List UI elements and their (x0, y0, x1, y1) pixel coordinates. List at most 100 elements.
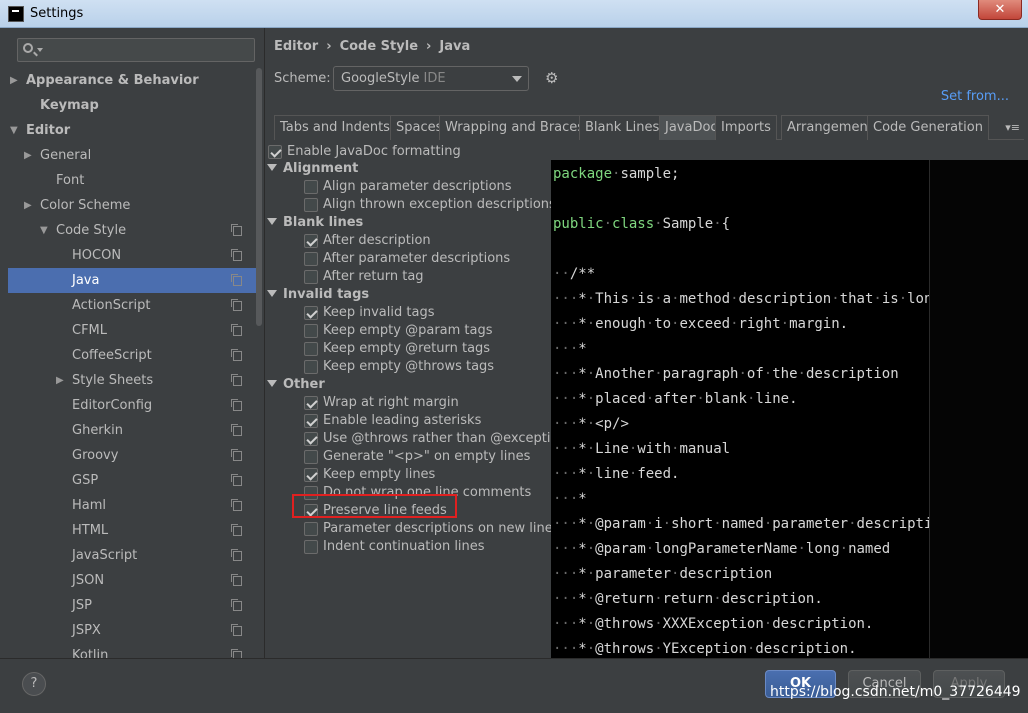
expand-arrow-icon[interactable]: ▶ (56, 368, 64, 393)
sidebar-item[interactable]: Java (8, 268, 256, 293)
sidebar-item[interactable]: ▶ Appearance & Behavior (8, 68, 256, 93)
option-checkbox[interactable] (304, 522, 318, 536)
help-button[interactable]: ? (22, 672, 46, 696)
expand-arrow-icon[interactable]: ▶ (24, 143, 32, 168)
option-checkbox[interactable] (304, 468, 318, 482)
tabs-overflow-menu-icon[interactable]: ▾≡ (1005, 121, 1020, 134)
collapse-arrow-icon[interactable] (267, 380, 277, 387)
group-header[interactable]: Alignment (267, 160, 358, 178)
sidebar-item-label: GSP (72, 473, 99, 488)
gear-icon[interactable]: ⚙ (545, 71, 559, 86)
whitespace-marker: · (763, 366, 773, 382)
option-checkbox[interactable] (304, 342, 318, 356)
collapse-arrow-icon[interactable] (267, 164, 277, 171)
sidebar-item[interactable]: JSPX (8, 618, 256, 643)
breadcrumb-item: Code Style (339, 39, 419, 54)
code-line: ···*·@return·return·description. (553, 591, 823, 607)
whitespace-marker: · (654, 591, 663, 607)
sidebar-item[interactable]: Gherkin (8, 418, 256, 443)
option-checkbox[interactable] (304, 450, 318, 464)
search-options-dropdown-icon[interactable] (37, 48, 43, 52)
code-token: right (738, 316, 781, 332)
sidebar-item[interactable]: HTML (8, 518, 256, 543)
sidebar-item-label: Appearance & Behavior (26, 73, 199, 88)
project-scheme-icon (231, 424, 242, 436)
option-checkbox[interactable] (304, 306, 318, 320)
whitespace-marker: · (586, 616, 596, 632)
tab-javadoc[interactable]: JavaDoc (659, 115, 724, 140)
group-header[interactable]: Other (267, 376, 325, 394)
sidebar-item[interactable]: ▶ Style Sheets (8, 368, 256, 393)
tab-arrangement[interactable]: Arrangement (781, 115, 879, 140)
sidebar-item[interactable]: ActionScript (8, 293, 256, 318)
breadcrumb-item: Java (439, 39, 471, 54)
whitespace-marker: · (654, 616, 663, 632)
code-token: description. (755, 641, 857, 657)
collapse-arrow-icon[interactable] (267, 290, 277, 297)
code-keyword: package (553, 166, 613, 182)
expand-arrow-icon[interactable]: ▶ (24, 193, 32, 218)
option-checkbox[interactable] (304, 396, 318, 410)
code-token: feed. (637, 466, 680, 482)
enable-javadoc-checkbox[interactable] (268, 145, 282, 159)
group-header[interactable]: Blank lines (267, 214, 363, 232)
sidebar-item[interactable]: Font (8, 168, 256, 193)
scheme-select[interactable]: GoogleStyle IDE (333, 66, 529, 91)
sidebar-item[interactable]: ▼ Code Style (8, 218, 256, 243)
option-checkbox[interactable] (304, 432, 318, 446)
expand-arrow-icon[interactable]: ▶ (10, 68, 18, 93)
code-token: i (654, 516, 663, 532)
sidebar-item[interactable]: JSON (8, 568, 256, 593)
code-token: enough (595, 316, 646, 332)
code-token: that (839, 291, 874, 307)
collapse-arrow-icon[interactable]: ▼ (10, 118, 18, 143)
option-checkbox[interactable] (304, 324, 318, 338)
tab-tabs-and-indents[interactable]: Tabs and Indents (274, 115, 396, 140)
whitespace-marker: · (586, 516, 596, 532)
option-checkbox[interactable] (304, 270, 318, 284)
code-token: * (578, 416, 587, 432)
collapse-arrow-icon[interactable]: ▼ (40, 218, 48, 243)
collapse-arrow-icon[interactable] (267, 218, 277, 225)
group-header[interactable]: Invalid tags (267, 286, 369, 304)
group-title: Alignment (283, 161, 359, 176)
code-line: ···*·This·is·a·method·description·that·i… (553, 291, 929, 307)
sidebar-item[interactable]: Keymap (8, 93, 256, 118)
tab-blank-lines[interactable]: Blank Lines (579, 115, 666, 140)
sidebar-scrollbar[interactable] (256, 68, 262, 326)
sidebar-item[interactable]: ▶ General (8, 143, 256, 168)
tab-code-generation[interactable]: Code Generation (867, 115, 989, 140)
sidebar-item[interactable]: EditorConfig (8, 393, 256, 418)
sidebar-item[interactable]: JSP (8, 593, 256, 618)
tab-wrapping-and-braces[interactable]: Wrapping and Braces (439, 115, 591, 140)
sidebar-item[interactable]: CFML (8, 318, 256, 343)
option-checkbox[interactable] (304, 180, 318, 194)
sidebar-item[interactable]: Haml (8, 493, 256, 518)
sidebar-item[interactable]: JavaScript (8, 543, 256, 568)
option-checkbox[interactable] (304, 540, 318, 554)
sidebar-item[interactable]: GSP (8, 468, 256, 493)
intellij-app-icon (8, 6, 24, 22)
sidebar-item[interactable]: ▼ Editor (8, 118, 256, 143)
sidebar-item[interactable]: Groovy (8, 443, 256, 468)
option-checkbox[interactable] (304, 414, 318, 428)
option-checkbox[interactable] (304, 198, 318, 212)
code-token: paragraph (662, 366, 739, 382)
close-window-button[interactable]: ✕ (978, 0, 1022, 20)
option-checkbox[interactable] (304, 360, 318, 374)
settings-search-input[interactable] (17, 38, 255, 62)
set-from-link[interactable]: Set from... (941, 89, 1009, 104)
sidebar-item[interactable]: ▶ Color Scheme (8, 193, 256, 218)
tab-imports[interactable]: Imports (715, 115, 777, 140)
sidebar-item[interactable]: Kotlin (8, 643, 256, 658)
sidebar-item[interactable]: HOCON (8, 243, 256, 268)
code-preview[interactable]: package·sample; public·class·Sample·{··/*… (551, 160, 929, 658)
option-checkbox[interactable] (304, 252, 318, 266)
project-scheme-icon (231, 299, 242, 311)
checkbox-label: Generate "<p>" on empty lines (323, 449, 531, 464)
sidebar-item[interactable]: CoffeeScript (8, 343, 256, 368)
code-token: margin. (789, 316, 849, 332)
code-line: ···*·@param·longParameterName·long·named (553, 541, 890, 557)
option-checkbox[interactable] (304, 234, 318, 248)
project-scheme-icon (231, 474, 242, 486)
